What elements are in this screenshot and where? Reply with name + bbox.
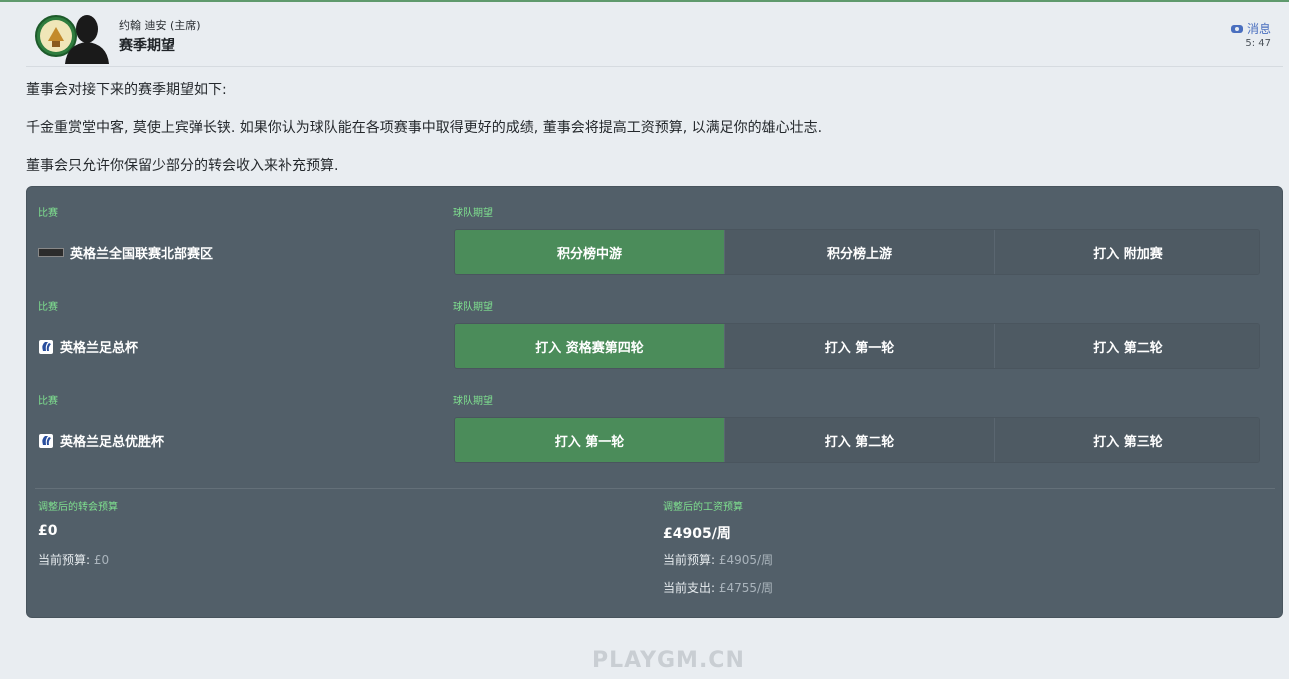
expectation-label: 球队期望 bbox=[453, 208, 493, 219]
expectation-option[interactable]: 积分榜中游 bbox=[455, 230, 724, 274]
expectation-options: 打入 资格赛第四轮 打入 第一轮 打入 第二轮 bbox=[454, 323, 1260, 369]
watermark: PLAYGM.CN bbox=[592, 648, 745, 673]
top-accent-line bbox=[0, 0, 1289, 2]
wage-budget-value: £4905/周 bbox=[663, 526, 731, 542]
wage-current-val: £4905/周 bbox=[718, 553, 774, 567]
transfer-budget-value: £0 bbox=[38, 523, 58, 539]
wage-current-budget: 当前预算: £4905/周 bbox=[663, 551, 773, 568]
competition-label: 比赛 bbox=[38, 302, 58, 313]
transfer-budget-label: 调整后的转会预算 bbox=[38, 502, 118, 513]
wage-current-key: 当前预算: bbox=[663, 553, 716, 567]
expectations-panel: 比赛 球队期望 英格兰全国联赛北部赛区 积分榜中游 积分榜上游 打入 附加赛 比… bbox=[26, 186, 1283, 618]
body-line-2: 千金重赏堂中客, 莫使上宾弹长铗. 如果你认为球队能在各项赛事中取得更好的成绩,… bbox=[26, 120, 823, 136]
competition-name[interactable]: 英格兰足总杯 bbox=[38, 337, 138, 356]
wage-current-spend: 当前支出: £4755/周 bbox=[663, 579, 773, 596]
message-icon bbox=[1230, 24, 1243, 33]
fa-cup-logo-icon bbox=[39, 339, 53, 354]
competition-label: 比赛 bbox=[38, 396, 58, 407]
expectation-option[interactable]: 打入 第二轮 bbox=[724, 418, 994, 462]
competition-name-text[interactable]: 英格兰全国联赛北部赛区 bbox=[70, 243, 213, 262]
transfer-current-budget: 当前预算: £0 bbox=[38, 551, 109, 568]
message-subject: 赛季期望 bbox=[119, 38, 175, 54]
league-logo-icon bbox=[38, 248, 64, 257]
expectation-options: 积分榜中游 积分榜上游 打入 附加赛 bbox=[454, 229, 1260, 275]
expectation-option[interactable]: 积分榜上游 bbox=[724, 230, 994, 274]
wage-spend-key: 当前支出: bbox=[663, 581, 716, 595]
competition-name[interactable]: 英格兰全国联赛北部赛区 bbox=[38, 243, 213, 262]
transfer-current-key: 当前预算: bbox=[38, 553, 91, 567]
section-divider bbox=[35, 488, 1275, 489]
message-header: 约翰 迪安 (主席) 赛季期望 消息 5: 47 bbox=[26, 8, 1283, 67]
expectation-options: 打入 第一轮 打入 第二轮 打入 第三轮 bbox=[454, 417, 1260, 463]
body-line-3: 董事会只允许你保留少部分的转会收入来补充预算. bbox=[26, 158, 339, 174]
expectation-option[interactable]: 打入 第一轮 bbox=[724, 324, 994, 368]
expectation-option[interactable]: 打入 附加赛 bbox=[994, 230, 1259, 274]
expectation-label: 球队期望 bbox=[453, 396, 493, 407]
competition-name-text[interactable]: 英格兰足总杯 bbox=[60, 337, 138, 356]
wage-spend-val: £4755/周 bbox=[718, 581, 774, 595]
expectation-option[interactable]: 打入 第一轮 bbox=[455, 418, 724, 462]
expectation-option[interactable]: 打入 第三轮 bbox=[994, 418, 1259, 462]
transfer-current-val: £0 bbox=[93, 553, 110, 567]
wage-budget-label: 调整后的工资预算 bbox=[663, 502, 743, 513]
body-line-1: 董事会对接下来的赛季期望如下: bbox=[26, 82, 227, 98]
expectation-option[interactable]: 打入 第二轮 bbox=[994, 324, 1259, 368]
message-time: 5: 47 bbox=[1245, 38, 1271, 49]
competition-name-text[interactable]: 英格兰足总优胜杯 bbox=[60, 431, 164, 450]
sender-name[interactable]: 约翰 迪安 (主席) bbox=[119, 17, 201, 33]
expectation-option[interactable]: 打入 资格赛第四轮 bbox=[455, 324, 724, 368]
fa-trophy-logo-icon bbox=[39, 433, 53, 448]
competition-name[interactable]: 英格兰足总优胜杯 bbox=[38, 431, 164, 450]
expectation-label: 球队期望 bbox=[453, 302, 493, 313]
competition-label: 比赛 bbox=[38, 208, 58, 219]
chairman-avatar-icon[interactable] bbox=[62, 10, 112, 64]
inbox-label[interactable]: 消息 bbox=[1247, 20, 1271, 37]
inbox-link[interactable]: 消息 bbox=[1230, 20, 1271, 37]
